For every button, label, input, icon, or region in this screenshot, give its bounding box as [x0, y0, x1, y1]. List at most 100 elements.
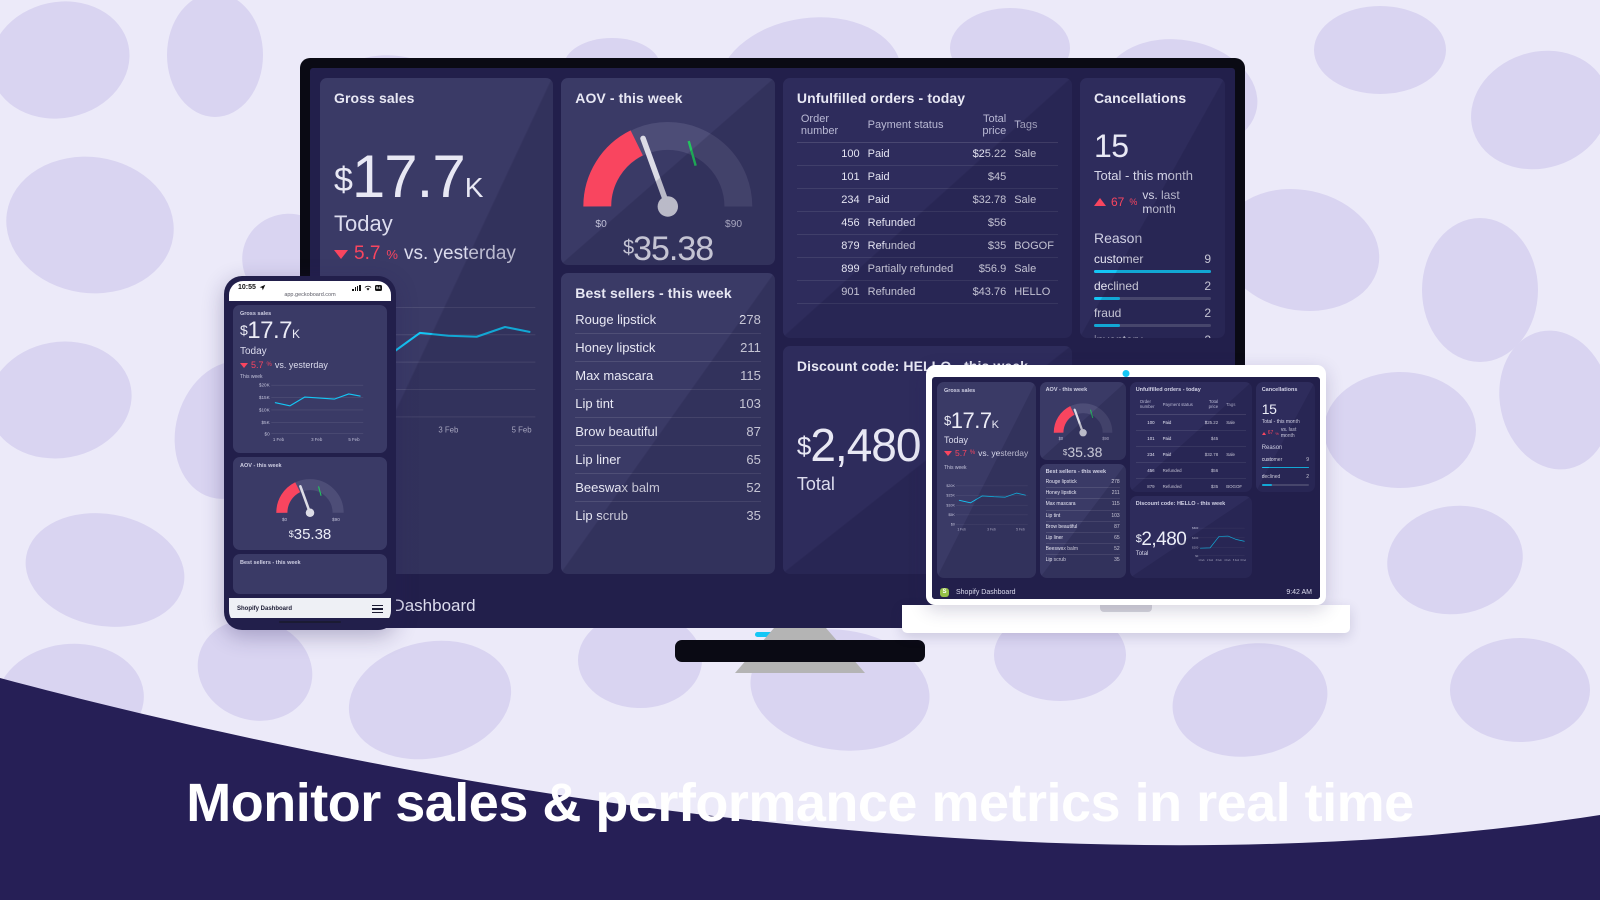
table-row[interactable]: 879 Refunded $35 BOGOF: [1135, 478, 1247, 492]
dashboard-clock: 9:42 AM: [1286, 588, 1312, 596]
table-row[interactable]: 100 Paid $25.22 Sale: [796, 142, 1058, 166]
cancellations-period: Total - this month: [1261, 419, 1300, 425]
table-cell: Paid: [863, 142, 958, 166]
table-row[interactable]: 101 Paid $45: [1135, 430, 1247, 447]
svg-text:3 Feb: 3 Feb: [1216, 559, 1223, 562]
status-time: 10:55: [238, 284, 256, 291]
table-cell: Refunded: [863, 280, 958, 304]
svg-text:$0: $0: [596, 219, 608, 230]
value: 35.38: [633, 230, 714, 265]
phone-url-bar[interactable]: app.geckoboard.com: [229, 292, 391, 301]
list-item: Lip scrub 35: [1046, 555, 1120, 565]
widget-aov[interactable]: AOV - this week $0 $90 $35.38: [561, 78, 775, 265]
product-count: 115: [1111, 501, 1120, 508]
reason-label: customer: [1261, 457, 1283, 463]
table-cell: 879: [1135, 478, 1159, 492]
table-header-row: Order number Payment status Total price Tag…: [1135, 396, 1247, 415]
svg-text:3 Feb: 3 Feb: [438, 426, 459, 435]
widget-best-sellers-tablet[interactable]: Best sellers - this week Rouge lipstick 2…: [1039, 464, 1126, 578]
widget-title: Gross sales: [334, 90, 415, 106]
table-cell: 234: [1135, 446, 1159, 463]
widget-best-sellers[interactable]: Best sellers - this week Rouge lipstick 2…: [561, 273, 775, 574]
product-name: Lip scrub: [1045, 557, 1066, 564]
table-cell: Sale: [1010, 188, 1058, 212]
widget-gross-sales-tablet[interactable]: Gross sales $17.7K Today 5.7% vs. yester…: [937, 382, 1036, 578]
table-cell: Refunded: [863, 211, 958, 235]
widget-cancellations-tablet[interactable]: Cancellations 15 Total - this month 67% …: [1255, 382, 1316, 492]
unfulfilled-orders-table[interactable]: Order number Payment status Total price Tag…: [1135, 396, 1247, 492]
table-row[interactable]: 101 Paid $45: [796, 165, 1058, 189]
table-cell: $56: [957, 211, 1011, 235]
svg-text:$0: $0: [265, 431, 271, 436]
reason-row: inventory 2: [1094, 327, 1211, 338]
widget-unfulfilled-orders[interactable]: Unfulfilled orders - today Order number P…: [782, 78, 1072, 338]
gross-sales-delta: 5.7% vs. yesterday: [240, 360, 380, 370]
discount-line-chart-tablet: $600 $400 $200 $0 1 Feb 2 Feb 3 Feb 4 Feb 5 F…: [1193, 526, 1246, 562]
table-cell: $25.22: [957, 142, 1011, 166]
list-item: Beeswax balm 52: [1045, 544, 1120, 556]
product-name: Lip tint: [1045, 512, 1061, 519]
table-cell: 100: [1135, 414, 1159, 431]
hamburger-menu-icon[interactable]: [372, 603, 383, 615]
monitor-base: [675, 640, 925, 662]
table-row[interactable]: 234 Paid $32.78 Sale: [796, 188, 1058, 212]
gross-sales-line-chart-phone: $20K $15K $10K $5K $0 1 Feb 3 Feb 5 Feb: [259, 383, 364, 442]
table-cell: $45: [1200, 430, 1223, 447]
arrow-up-icon: [1261, 431, 1266, 435]
tablet-mockup: Gross sales $17.7K Today 5.7% vs. yester…: [902, 365, 1350, 633]
table-cell: 234: [796, 188, 864, 212]
discount-value: $2,480: [1136, 530, 1187, 549]
widget-aov-tablet[interactable]: AOV - this week $0 $90 $35.38: [1039, 382, 1126, 460]
table-cell: Refunded: [1158, 462, 1201, 479]
product-name: Honey lipstick: [575, 340, 656, 355]
list-item: Rouge lipstick 278: [575, 306, 761, 334]
table-row[interactable]: 234 Paid $32.78 Sale: [1135, 446, 1247, 463]
table-cell: Sale: [1222, 414, 1247, 431]
product-name: Lip liner: [1045, 535, 1064, 542]
delta-symbol: %: [266, 362, 272, 368]
widget-aov-phone[interactable]: AOV - this week $0 $90 $35.38: [233, 457, 387, 550]
mobile-phone-mockup: 10:55 94 app.geckoboard.com Gross sales …: [224, 276, 396, 630]
product-count: 278: [739, 312, 761, 327]
widget-unfulfilled-orders-tablet[interactable]: Unfulfilled orders - today Order number P…: [1129, 382, 1252, 492]
product-count: 211: [740, 340, 761, 355]
cancellations-value: 15: [1093, 128, 1129, 164]
table-cell: Paid: [1158, 446, 1201, 463]
table-row[interactable]: 879 Refunded $35 BOGOF: [796, 234, 1058, 258]
table-cell: BOGOF: [1010, 234, 1058, 258]
svg-text:1 Feb: 1 Feb: [273, 437, 285, 442]
svg-text:$0: $0: [951, 523, 955, 527]
widget-cancellations[interactable]: Cancellations 15 Total - this month 67% …: [1079, 78, 1225, 338]
reason-count: 2: [1204, 333, 1211, 338]
table-row[interactable]: 899 Partially refunded $56.9 Sale: [796, 257, 1058, 281]
table-row[interactable]: 456 Refunded $56: [796, 211, 1058, 235]
svg-text:$0: $0: [282, 517, 288, 522]
widget-best-sellers-phone[interactable]: Best sellers - this week: [233, 554, 387, 594]
gross-sales-period: Today: [944, 435, 969, 445]
column-header: Tags: [1010, 110, 1058, 143]
list-item: Lip tint 103: [1045, 511, 1120, 522]
value: 2,480: [1141, 528, 1187, 550]
svg-text:$90: $90: [725, 219, 742, 230]
product-name: Beeswax balm: [575, 480, 660, 495]
table-cell: 899: [796, 257, 864, 281]
table-cell: BOGOF: [1222, 478, 1247, 492]
table-row[interactable]: 901 Refunded $43.76 HELLO: [796, 280, 1058, 304]
camera-icon: [1122, 370, 1130, 377]
widget-discount-code-tablet[interactable]: Discount code: HELLO - this week $2,480 …: [1129, 496, 1252, 578]
arrow-down-icon: [944, 450, 952, 456]
svg-text:$5K: $5K: [948, 513, 955, 517]
table-row[interactable]: 456 Refunded $56: [1135, 462, 1247, 479]
svg-text:$400: $400: [1193, 536, 1200, 540]
table-row[interactable]: 100 Paid $25.22 Sale: [1135, 414, 1247, 431]
delta-symbol: %: [1129, 197, 1138, 207]
table-cell: $56: [1200, 462, 1223, 479]
unfulfilled-orders-table[interactable]: Order number Payment status Total price Tag…: [796, 110, 1058, 304]
value: 17.7: [950, 408, 992, 433]
product-name: Lip tint: [575, 396, 614, 411]
phone-dashboard: Gross sales $17.7K Today 5.7% vs. yester…: [229, 301, 391, 598]
widget-gross-sales-phone[interactable]: Gross sales $17.7K Today 5.7% vs. yester…: [233, 305, 387, 453]
svg-text:1 Feb: 1 Feb: [957, 528, 966, 532]
table-cell: 456: [1135, 462, 1159, 479]
arrow-up-icon: [1093, 198, 1106, 206]
